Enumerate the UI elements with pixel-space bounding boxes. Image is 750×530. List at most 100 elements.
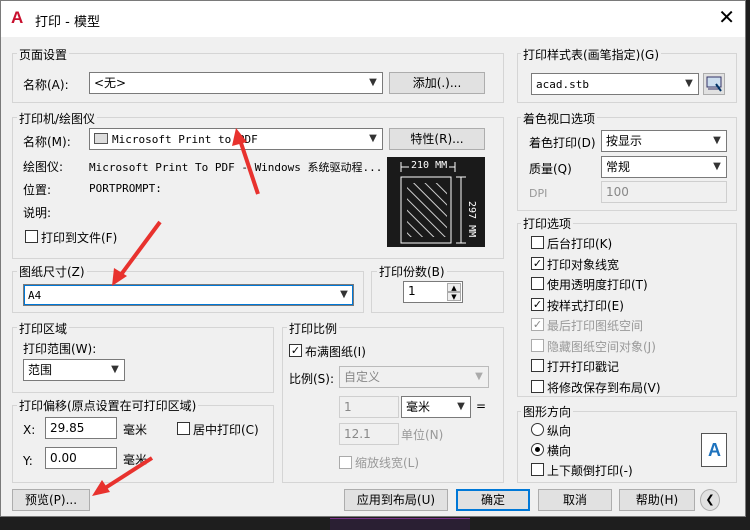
offset-y-input[interactable]: 0.00	[45, 447, 117, 469]
preview-height-label: 297 MM	[466, 199, 477, 240]
chevron-down-icon: ▼	[713, 161, 721, 172]
plot-option-label: 最后打印图纸空间	[547, 319, 644, 333]
spinner-up-icon[interactable]: ▲	[447, 283, 461, 292]
portrait-radio[interactable]	[531, 423, 544, 436]
plot-option-label: 按样式打印(E)	[547, 298, 624, 313]
printer-name-select[interactable]: Microsoft Print to PDF ▼	[89, 128, 383, 150]
chevron-down-icon: ▼	[369, 77, 377, 88]
plot-option-label: 后台打印(K)	[547, 237, 613, 251]
dpi-label: DPI	[529, 187, 548, 200]
plotter-value: Microsoft Print To PDF - Windows 系统驱动程..…	[89, 161, 383, 174]
plot-option-checkbox[interactable]	[531, 359, 544, 372]
location-label: 位置:	[23, 183, 52, 197]
shade-plot-select[interactable]: 按显示 ▼	[601, 130, 727, 152]
print-to-file-checkbox[interactable]	[25, 230, 38, 243]
window-title: 打印 - 模型	[35, 15, 100, 30]
upside-down-checkbox[interactable]	[531, 463, 544, 476]
scale-unit-select[interactable]: 毫米 ▼	[401, 396, 471, 418]
print-to-file-label: 打印到文件(F)	[41, 231, 118, 245]
scale-equals: =	[476, 399, 487, 413]
plot-options-label: 打印选项	[521, 215, 574, 232]
bottom-strip	[330, 518, 470, 530]
plot-style-edit-icon[interactable]	[703, 73, 725, 95]
plot-option-label: 将修改保存到布局(V)	[547, 380, 661, 395]
plot-offset-label: 打印偏移(原点设置在可打印区域)	[17, 397, 199, 414]
scale-value1-input[interactable]: 1	[339, 396, 399, 418]
scale-unit-label: 单位(N)	[401, 428, 444, 442]
plot-option-checkbox[interactable]	[531, 379, 544, 393]
fit-to-paper-checkbox[interactable]: ✓	[289, 344, 302, 357]
quality-select[interactable]: 常规 ▼	[601, 156, 727, 178]
offset-x-input[interactable]: 29.85	[45, 417, 117, 439]
copies-spinner[interactable]: 1 ▲ ▼	[403, 281, 463, 303]
offset-x-unit: 毫米	[123, 423, 148, 437]
page-setup-name-select[interactable]: <无> ▼	[89, 72, 383, 94]
orientation-icon: A	[701, 433, 727, 467]
plot-option-checkbox[interactable]: ✓	[531, 256, 544, 270]
landscape-radio[interactable]	[531, 443, 544, 456]
page-setup-name-label: 名称(A):	[23, 78, 69, 92]
plot-option-checkbox[interactable]: ✓	[531, 318, 544, 331]
paper-size-label: 图纸尺寸(Z)	[17, 263, 87, 280]
chevron-left-icon[interactable]: ❮	[700, 489, 720, 511]
close-icon[interactable]: ✕	[718, 7, 735, 27]
plotter-label: 绘图仪:	[23, 160, 64, 174]
page-setup-label: 页面设置	[17, 46, 70, 63]
printer-group-label: 打印机/绘图仪	[17, 110, 98, 127]
plot-area-label: 打印区域	[17, 320, 70, 337]
offset-y-unit: 毫米	[123, 453, 148, 467]
paper-size-select[interactable]: A4 ▼	[23, 284, 354, 306]
dpi-input[interactable]: 100	[601, 181, 727, 203]
cancel-button[interactable]: 取消	[538, 489, 612, 511]
printer-properties-button[interactable]: 特性(R)...	[389, 128, 485, 150]
copies-label: 打印份数(B)	[377, 263, 447, 280]
scale-select[interactable]: 自定义 ▼	[339, 366, 489, 388]
chevron-down-icon: ▼	[475, 371, 483, 382]
chevron-down-icon: ▼	[685, 78, 693, 89]
shaded-viewport-label: 着色视口选项	[521, 110, 598, 127]
printer-icon	[94, 133, 108, 144]
autocad-logo-icon: A	[11, 8, 24, 27]
plot-style-label: 打印样式表(画笔指定)(G)	[521, 46, 662, 63]
plot-option-checkbox[interactable]	[531, 236, 544, 249]
title-bar: A 打印 - 模型 ✕	[1, 1, 745, 37]
scale-value2-input[interactable]: 12.1	[339, 423, 399, 445]
printer-name-label: 名称(M):	[23, 135, 71, 149]
paper-preview: 210 MM 297 MM	[387, 157, 485, 247]
preview-width-label: 210 MM	[409, 160, 450, 171]
ok-button[interactable]: 确定	[456, 489, 530, 511]
chevron-down-icon: ▼	[369, 133, 377, 144]
scale-lineweights-label: 缩放线宽(L)	[355, 456, 420, 470]
location-value: PORTPROMPT:	[89, 182, 162, 195]
chevron-down-icon: ▼	[457, 401, 465, 412]
plot-option-label: 隐藏图纸空间对象(J)	[547, 339, 656, 354]
plot-style-select[interactable]: acad.stb ▼	[531, 73, 699, 95]
plot-option-label: 打印对象线宽	[547, 257, 620, 272]
plot-dialog: A 打印 - 模型 ✕ 页面设置 名称(A): <无> ▼ 添加(.)... 打…	[0, 0, 746, 517]
plot-range-label: 打印范围(W):	[23, 342, 97, 356]
offset-x-label: X:	[23, 423, 36, 437]
preview-button[interactable]: 预览(P)...	[12, 489, 90, 511]
plot-option-checkbox[interactable]: ✓	[531, 297, 544, 311]
chevron-down-icon: ▼	[111, 364, 119, 375]
page-setup-add-button[interactable]: 添加(.)...	[389, 72, 485, 94]
chevron-down-icon: ▼	[713, 135, 721, 146]
plot-option-checkbox[interactable]	[531, 277, 544, 290]
offset-y-label: Y:	[23, 454, 33, 468]
fit-to-paper-label: 布满图纸(I)	[305, 345, 366, 359]
plot-option-checkbox[interactable]	[531, 338, 544, 352]
plot-scale-label: 打印比例	[287, 320, 340, 337]
scale-lineweights-checkbox[interactable]	[339, 456, 352, 469]
apply-to-layout-button[interactable]: 应用到布局(U)	[344, 489, 448, 511]
shade-plot-label: 着色打印(D)	[529, 136, 596, 150]
description-label: 说明:	[23, 206, 52, 220]
portrait-label: 纵向	[547, 424, 572, 438]
quality-label: 质量(Q)	[529, 162, 572, 176]
plot-option-label: 使用透明度打印(T)	[547, 278, 648, 292]
help-button[interactable]: 帮助(H)	[619, 489, 695, 511]
center-plot-checkbox[interactable]	[177, 422, 190, 435]
spinner-down-icon[interactable]: ▼	[447, 292, 461, 301]
chevron-down-icon: ▼	[340, 289, 348, 300]
plot-range-select[interactable]: 范围 ▼	[23, 359, 125, 381]
landscape-label: 横向	[547, 444, 572, 458]
